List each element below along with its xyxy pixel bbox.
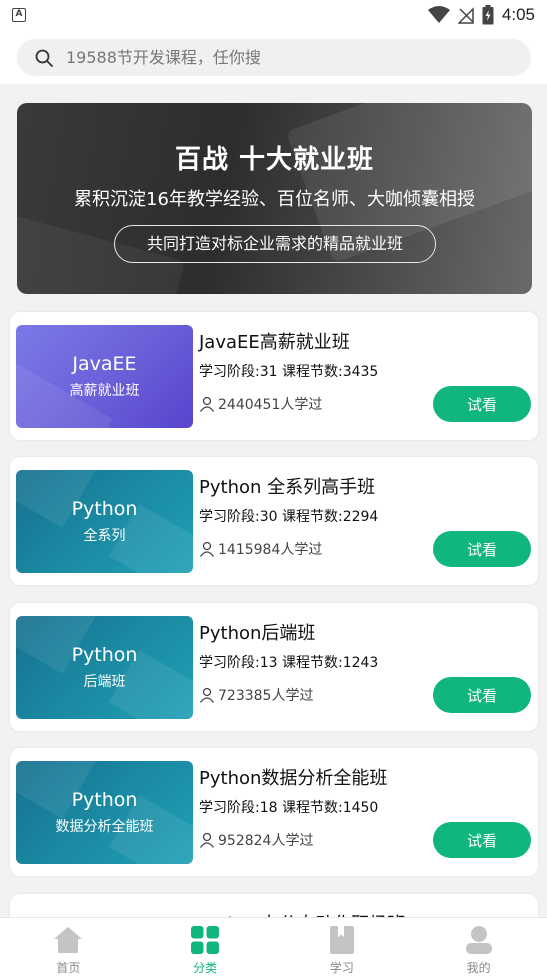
course-card[interactable]: JavaEE 高薪就业班 JavaEE高薪就业班 学习阶段:31 课程节数:34…: [10, 312, 538, 440]
status-icons: 4:05: [427, 4, 535, 26]
course-thumbnail: Python 后端班: [16, 616, 193, 719]
learners-count: 723385人学过: [218, 688, 314, 704]
status-bar: A 4:05: [0, 0, 547, 30]
nav-item-home[interactable]: 首页: [0, 918, 137, 976]
course-learners: 1415984人学过: [199, 539, 322, 559]
course-learners: 952824人学过: [199, 830, 313, 850]
course-name: Python后端班: [199, 623, 316, 644]
nav-item-category[interactable]: 分类: [137, 918, 274, 976]
no-signal-icon: [457, 7, 474, 24]
person-icon: [199, 396, 215, 412]
nav-item-study[interactable]: 学习: [274, 918, 411, 976]
search-box[interactable]: [17, 39, 531, 76]
course-name: JavaEE高薪就业班: [199, 332, 350, 353]
person-icon: [199, 832, 215, 848]
learners-count: 952824人学过: [218, 833, 314, 849]
try-button[interactable]: 试看: [433, 386, 531, 422]
thumbnail-title: Python: [71, 789, 138, 811]
banner-subtitle: 累积沉淀16年教学经验、百位名师、大咖倾囊相授: [74, 189, 475, 210]
course-meta: 学习阶段:18 课程节数:1450: [199, 800, 379, 816]
thumbnail-subtitle: 高薪就业班: [69, 383, 140, 399]
thumbnail-subtitle: 后端班: [83, 674, 126, 690]
thumbnail-title: JavaEE: [72, 353, 137, 375]
course-thumbnail: Python 数据分析全能班: [16, 761, 193, 864]
course-card[interactable]: Python 后端班 Python后端班 学习阶段:13 课程节数:1243 7…: [10, 603, 538, 731]
battery-icon: [482, 5, 494, 25]
course-thumbnail: Python 全系列: [16, 470, 193, 573]
home-icon: [54, 927, 83, 953]
search-input[interactable]: [66, 48, 496, 67]
thumbnail-title: Python: [71, 498, 138, 520]
nav-label: 我的: [466, 961, 491, 975]
course-card[interactable]: Python 全系列 Python 全系列高手班 学习阶段:30 课程节数:22…: [10, 457, 538, 585]
try-button[interactable]: 试看: [433, 531, 531, 567]
person-icon: [199, 541, 215, 557]
book-icon: [329, 926, 354, 954]
nav-label: 首页: [56, 961, 81, 975]
banner-title: 百战 十大就业班: [174, 145, 375, 175]
thumbnail-title: Python: [71, 644, 138, 666]
nav-item-profile[interactable]: 我的: [410, 918, 547, 976]
course-name: Python 全系列高手班: [199, 477, 376, 498]
course-meta: 学习阶段:30 课程节数:2294: [199, 509, 379, 525]
course-learners: 723385人学过: [199, 685, 313, 705]
person-icon: [199, 687, 215, 703]
try-button[interactable]: 试看: [433, 822, 531, 858]
banner-tagline: 共同打造对标企业需求的精品就业班: [114, 225, 436, 263]
course-name: Python数据分析全能班: [199, 768, 388, 789]
learners-count: 1415984人学过: [218, 542, 323, 558]
course-learners: 2440451人学过: [199, 394, 322, 414]
course-meta: 学习阶段:31 课程节数:3435: [199, 364, 379, 380]
search-icon: [35, 49, 53, 67]
notification-a-icon: A: [12, 8, 26, 22]
nav-label: 学习: [329, 961, 354, 975]
try-button[interactable]: 试看: [433, 677, 531, 713]
course-thumbnail: JavaEE 高薪就业班: [16, 325, 193, 428]
profile-icon: [465, 926, 492, 954]
category-icon: [191, 926, 220, 954]
status-time: 4:05: [501, 5, 535, 24]
course-meta: 学习阶段:13 课程节数:1243: [199, 655, 379, 671]
learners-count: 2440451人学过: [218, 397, 323, 413]
course-card[interactable]: Python 数据分析全能班 Python数据分析全能班 学习阶段:18 课程节…: [10, 748, 538, 876]
search-area: [0, 30, 547, 84]
wifi-icon: [427, 6, 450, 23]
thumbnail-subtitle: 全系列: [83, 528, 126, 544]
bottom-nav: 首页 分类 学习 我的: [0, 917, 547, 976]
thumbnail-subtitle: 数据分析全能班: [55, 819, 154, 835]
promo-banner[interactable]: 百战 十大就业班 累积沉淀16年教学经验、百位名师、大咖倾囊相授 共同打造对标企…: [17, 103, 532, 294]
nav-label: 分类: [193, 961, 218, 975]
